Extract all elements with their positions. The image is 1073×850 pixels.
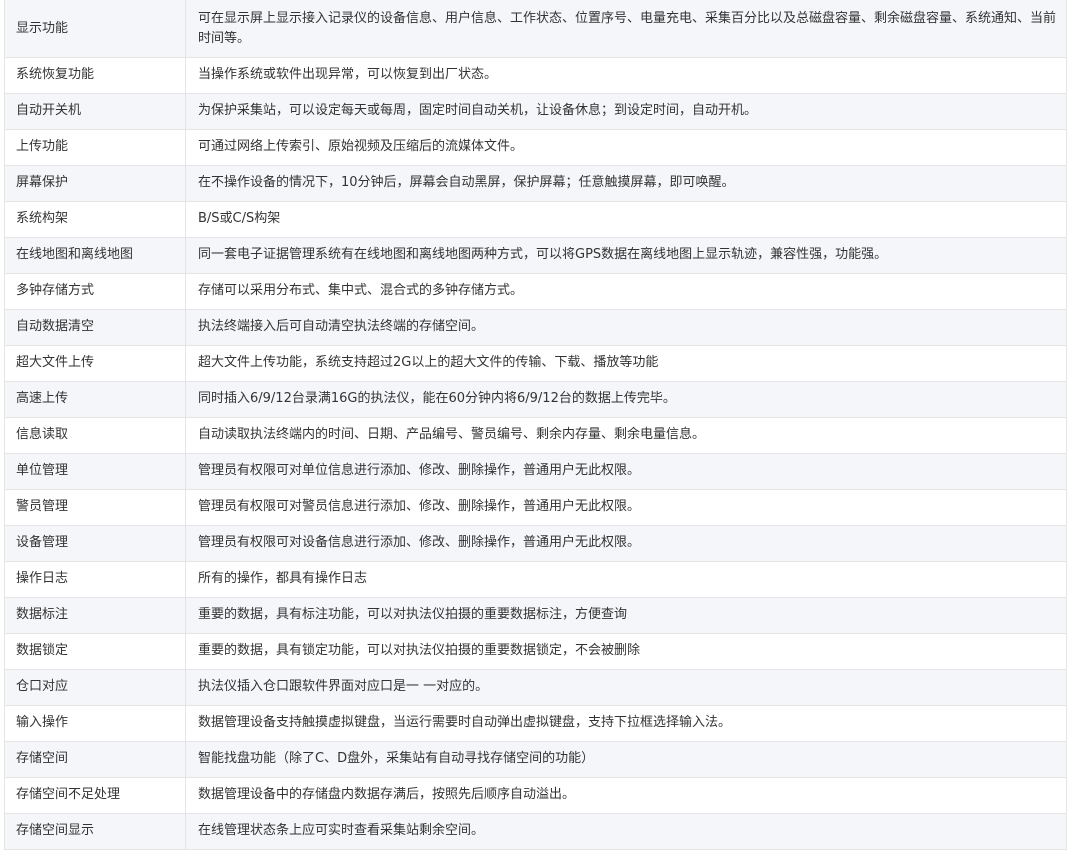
- feature-cell: 数据锁定: [4, 633, 186, 670]
- table-row: 存储空间不足处理 数据管理设备中的存储盘内数据存满后，按照先后顺序自动溢出。: [4, 777, 1067, 814]
- table-row: 单位管理 管理员有权限可对单位信息进行添加、修改、删除操作，普通用户无此权限。: [4, 453, 1067, 490]
- description-cell: B/S或C/S构架: [185, 201, 1067, 238]
- feature-cell: 系统构架: [4, 201, 186, 238]
- feature-cell: 高速上传: [4, 381, 186, 418]
- table-row: 上传功能 可通过网络上传索引、原始视频及压缩后的流媒体文件。: [4, 129, 1067, 166]
- description-cell: 在不操作设备的情况下，10分钟后，屏幕会自动黑屏，保护屏幕；任意触摸屏幕，即可唤…: [185, 165, 1067, 202]
- feature-cell: 设备管理: [4, 525, 186, 562]
- feature-cell: 信息读取: [4, 417, 186, 454]
- description-cell: 管理员有权限可对单位信息进行添加、修改、删除操作，普通用户无此权限。: [185, 453, 1067, 490]
- table-row: 设备管理 管理员有权限可对设备信息进行添加、修改、删除操作，普通用户无此权限。: [4, 525, 1067, 562]
- table-row: 超大文件上传 超大文件上传功能，系统支持超过2G以上的超大文件的传输、下载、播放…: [4, 345, 1067, 382]
- description-cell: 同一套电子证据管理系统有在线地图和离线地图两种方式，可以将GPS数据在离线地图上…: [185, 237, 1067, 274]
- feature-cell: 系统恢复功能: [4, 57, 186, 94]
- feature-cell: 超大文件上传: [4, 345, 186, 382]
- description-cell: 为保护采集站，可以设定每天或每周，固定时间自动关机，让设备休息；到设定时间，自动…: [185, 93, 1067, 130]
- table-row: 屏幕保护 在不操作设备的情况下，10分钟后，屏幕会自动黑屏，保护屏幕；任意触摸屏…: [4, 165, 1067, 202]
- table-row: 系统恢复功能 当操作系统或软件出现异常，可以恢复到出厂状态。: [4, 57, 1067, 94]
- description-cell: 数据管理设备中的存储盘内数据存满后，按照先后顺序自动溢出。: [185, 777, 1067, 814]
- table-row: 输入操作 数据管理设备支持触摸虚拟键盘，当运行需要时自动弹出虚拟键盘，支持下拉框…: [4, 705, 1067, 742]
- feature-cell: 数据标注: [4, 597, 186, 634]
- description-cell: 重要的数据，具有锁定功能，可以对执法仪拍摄的重要数据锁定，不会被删除: [185, 633, 1067, 670]
- description-cell: 超大文件上传功能，系统支持超过2G以上的超大文件的传输、下载、播放等功能: [185, 345, 1067, 382]
- description-cell: 执法终端接入后可自动清空执法终端的存储空间。: [185, 309, 1067, 346]
- table-row: 自动开关机 为保护采集站，可以设定每天或每周，固定时间自动关机，让设备休息；到设…: [4, 93, 1067, 130]
- description-cell: 可在显示屏上显示接入记录仪的设备信息、用户信息、工作状态、位置序号、电量充电、采…: [185, 0, 1067, 58]
- table-row: 数据锁定 重要的数据，具有锁定功能，可以对执法仪拍摄的重要数据锁定，不会被删除: [4, 633, 1067, 670]
- feature-cell: 自动开关机: [4, 93, 186, 130]
- table-row: 在线地图和离线地图 同一套电子证据管理系统有在线地图和离线地图两种方式，可以将G…: [4, 237, 1067, 274]
- feature-cell: 显示功能: [4, 0, 186, 58]
- feature-cell: 在线地图和离线地图: [4, 237, 186, 274]
- table-row: 存储空间显示 在线管理状态条上应可实时查看采集站剩余空间。: [4, 813, 1067, 850]
- feature-cell: 存储空间不足处理: [4, 777, 186, 814]
- feature-cell: 存储空间显示: [4, 813, 186, 850]
- description-cell: 所有的操作，都具有操作日志: [185, 561, 1067, 598]
- table-row: 操作日志 所有的操作，都具有操作日志: [4, 561, 1067, 598]
- table-row: 存储空间 智能找盘功能（除了C、D盘外，采集站有自动寻找存储空间的功能）: [4, 741, 1067, 778]
- feature-cell: 自动数据清空: [4, 309, 186, 346]
- feature-cell: 屏幕保护: [4, 165, 186, 202]
- description-cell: 在线管理状态条上应可实时查看采集站剩余空间。: [185, 813, 1067, 850]
- feature-cell: 多钟存储方式: [4, 273, 186, 310]
- description-cell: 当操作系统或软件出现异常，可以恢复到出厂状态。: [185, 57, 1067, 94]
- table-row: 信息读取 自动读取执法终端内的时间、日期、产品编号、警员编号、剩余内存量、剩余电…: [4, 417, 1067, 454]
- feature-cell: 警员管理: [4, 489, 186, 526]
- description-cell: 数据管理设备支持触摸虚拟键盘，当运行需要时自动弹出虚拟键盘，支持下拉框选择输入法…: [185, 705, 1067, 742]
- feature-cell: 单位管理: [4, 453, 186, 490]
- feature-cell: 操作日志: [4, 561, 186, 598]
- table-row: 数据标注 重要的数据，具有标注功能，可以对执法仪拍摄的重要数据标注，方便查询: [4, 597, 1067, 634]
- description-cell: 可通过网络上传索引、原始视频及压缩后的流媒体文件。: [185, 129, 1067, 166]
- table-row: 警员管理 管理员有权限可对警员信息进行添加、修改、删除操作，普通用户无此权限。: [4, 489, 1067, 526]
- description-cell: 同时插入6/9/12台录满16G的执法仪，能在60分钟内将6/9/12台的数据上…: [185, 381, 1067, 418]
- feature-cell: 仓口对应: [4, 669, 186, 706]
- description-cell: 管理员有权限可对警员信息进行添加、修改、删除操作，普通用户无此权限。: [185, 489, 1067, 526]
- description-cell: 执法仪插入仓口跟软件界面对应口是一 一对应的。: [185, 669, 1067, 706]
- feature-cell: 输入操作: [4, 705, 186, 742]
- feature-cell: 上传功能: [4, 129, 186, 166]
- table-row: 显示功能 可在显示屏上显示接入记录仪的设备信息、用户信息、工作状态、位置序号、电…: [4, 0, 1067, 58]
- feature-cell: 存储空间: [4, 741, 186, 778]
- table-row: 高速上传 同时插入6/9/12台录满16G的执法仪，能在60分钟内将6/9/12…: [4, 381, 1067, 418]
- table-row: 系统构架 B/S或C/S构架: [4, 201, 1067, 238]
- description-cell: 重要的数据，具有标注功能，可以对执法仪拍摄的重要数据标注，方便查询: [185, 597, 1067, 634]
- table-row: 自动数据清空 执法终端接入后可自动清空执法终端的存储空间。: [4, 309, 1067, 346]
- description-cell: 存储可以采用分布式、集中式、混合式的多钟存储方式。: [185, 273, 1067, 310]
- table-row: 仓口对应 执法仪插入仓口跟软件界面对应口是一 一对应的。: [4, 669, 1067, 706]
- spec-table: 显示功能 可在显示屏上显示接入记录仪的设备信息、用户信息、工作状态、位置序号、电…: [4, 0, 1067, 850]
- description-cell: 管理员有权限可对设备信息进行添加、修改、删除操作，普通用户无此权限。: [185, 525, 1067, 562]
- description-cell: 智能找盘功能（除了C、D盘外，采集站有自动寻找存储空间的功能）: [185, 741, 1067, 778]
- description-cell: 自动读取执法终端内的时间、日期、产品编号、警员编号、剩余内存量、剩余电量信息。: [185, 417, 1067, 454]
- table-row: 多钟存储方式 存储可以采用分布式、集中式、混合式的多钟存储方式。: [4, 273, 1067, 310]
